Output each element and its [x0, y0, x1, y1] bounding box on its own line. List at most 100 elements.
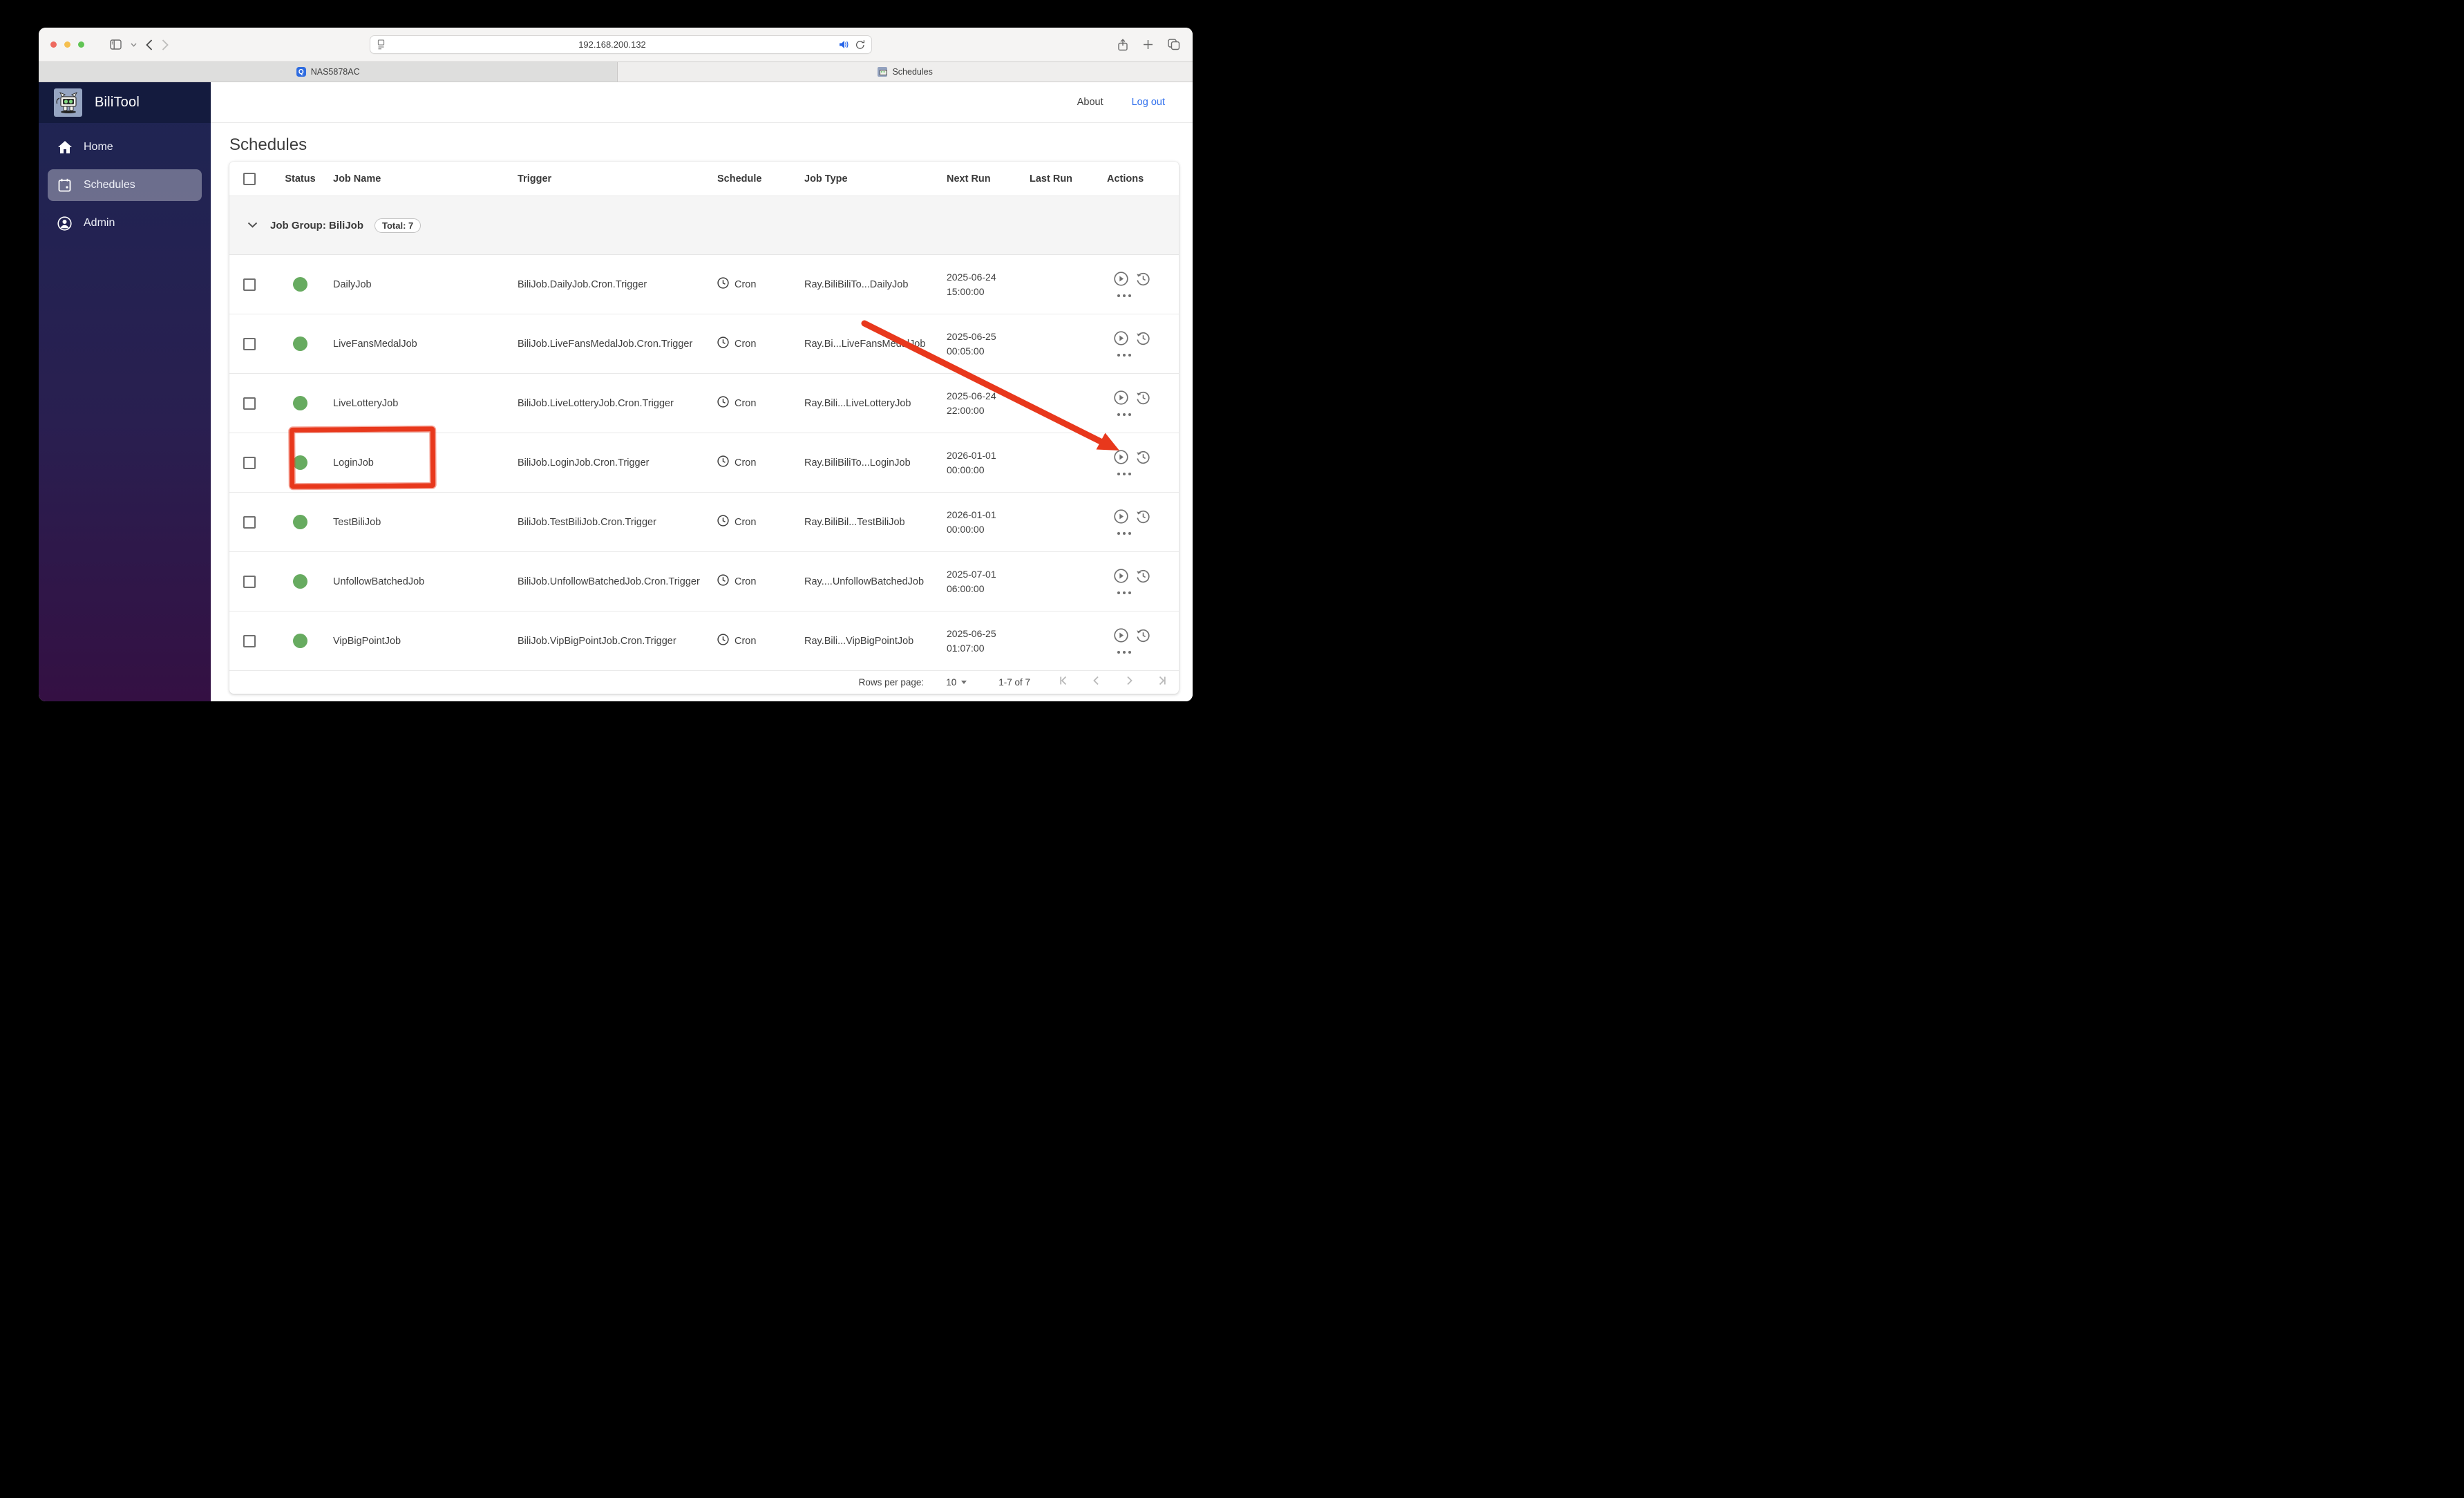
sidebar-item-home[interactable]: Home [48, 131, 202, 163]
logout-link[interactable]: Log out [1132, 97, 1165, 108]
last-page-button[interactable] [1155, 674, 1168, 690]
next-run-date: 2025-06-25 [947, 627, 1030, 641]
tab-title: NAS5878AC [311, 67, 360, 77]
job-type: Ray.BiliBiliTo...LoginJob [804, 457, 947, 468]
previous-page-button[interactable] [1090, 674, 1103, 690]
forward-button[interactable] [162, 39, 169, 50]
row-checkbox[interactable] [243, 635, 256, 647]
first-page-button[interactable] [1058, 674, 1070, 690]
sidebar: BiliTool Home [39, 82, 211, 701]
run-job-button[interactable] [1114, 509, 1128, 527]
table-row: UnfollowBatchedJob BiliJob.UnfollowBatch… [229, 552, 1179, 611]
audio-playing-icon[interactable] [839, 40, 849, 49]
select-caret-icon [961, 681, 967, 684]
more-options-button[interactable] [1117, 651, 1179, 654]
collapse-chevron-down-icon[interactable] [247, 219, 258, 231]
qnap-favicon-icon: Q [296, 67, 306, 77]
job-history-button[interactable] [1136, 569, 1150, 587]
app-topbar: About Log out [211, 82, 1193, 123]
status-enabled-dot [293, 634, 307, 648]
more-options-button[interactable] [1117, 354, 1179, 357]
select-all-checkbox[interactable] [243, 173, 256, 185]
browser-toolbar: 192.168.200.132 [39, 28, 1193, 61]
tab-schedules[interactable]: Schedules [618, 62, 1193, 82]
job-name: DailyJob [333, 279, 518, 290]
more-options-button[interactable] [1117, 532, 1179, 535]
status-enabled-dot [293, 336, 307, 351]
rows-per-page-value: 10 [946, 677, 956, 688]
job-history-button[interactable] [1136, 509, 1150, 527]
clock-icon [717, 277, 729, 292]
run-job-button[interactable] [1114, 390, 1128, 408]
clock-icon [717, 515, 729, 530]
job-history-button[interactable] [1136, 628, 1150, 646]
person-icon [57, 216, 72, 231]
more-options-button[interactable] [1117, 294, 1179, 297]
trigger-name: BiliJob.LoginJob.Cron.Trigger [518, 457, 717, 468]
row-checkbox[interactable] [243, 338, 256, 350]
sidebar-item-admin[interactable]: Admin [48, 207, 202, 239]
next-run-time: 00:00:00 [947, 463, 1030, 477]
job-group-row[interactable]: Job Group: BiliJob Total: 7 [229, 196, 1179, 255]
row-checkbox[interactable] [243, 397, 256, 410]
sidebar-item-label: Admin [84, 217, 115, 229]
run-job-button[interactable] [1114, 569, 1128, 587]
sidebar-nav: Home Schedules [39, 123, 211, 239]
run-job-button[interactable] [1114, 272, 1128, 290]
job-history-button[interactable] [1136, 390, 1150, 408]
trigger-name: BiliJob.VipBigPointJob.Cron.Trigger [518, 636, 717, 647]
about-link[interactable]: About [1077, 97, 1103, 108]
row-checkbox[interactable] [243, 457, 256, 469]
next-page-button[interactable] [1123, 674, 1135, 690]
address-bar[interactable]: 192.168.200.132 [370, 35, 872, 54]
rows-per-page-select[interactable]: 10 [946, 677, 967, 688]
job-type: Ray.Bili...VipBigPointJob [804, 636, 947, 647]
run-job-button[interactable] [1114, 450, 1128, 468]
trigger-name: BiliJob.TestBiliJob.Cron.Trigger [518, 517, 717, 528]
more-options-button[interactable] [1117, 591, 1179, 594]
home-icon [57, 140, 72, 155]
rows-per-page-label: Rows per page: [859, 677, 925, 688]
next-run-time: 00:05:00 [947, 344, 1030, 359]
more-options-button[interactable] [1117, 413, 1179, 416]
next-run-date: 2025-07-01 [947, 567, 1030, 582]
row-checkbox[interactable] [243, 516, 256, 529]
run-job-button[interactable] [1114, 628, 1128, 646]
next-run-time: 15:00:00 [947, 285, 1030, 299]
calendar-icon [57, 178, 72, 193]
next-run-date: 2026-01-01 [947, 448, 1030, 463]
row-checkbox[interactable] [243, 278, 256, 291]
clock-icon [717, 396, 729, 411]
url-text: 192.168.200.132 [386, 39, 839, 50]
schedule-type: Cron [735, 279, 756, 290]
sidebar-toggle-icon[interactable] [110, 39, 122, 50]
tab-overview-icon[interactable] [1168, 39, 1180, 50]
tab-nas[interactable]: Q NAS5878AC [39, 62, 618, 82]
job-history-button[interactable] [1136, 272, 1150, 290]
column-header-next-run: Next Run [947, 173, 1030, 184]
brand-name: BiliTool [95, 95, 140, 111]
new-tab-icon[interactable] [1143, 39, 1153, 50]
sidebar-chevron-down-icon[interactable] [131, 43, 137, 47]
bilitool-favicon-icon [878, 67, 887, 77]
table-row: VipBigPointJob BiliJob.VipBigPointJob.Cr… [229, 611, 1179, 671]
back-button[interactable] [146, 39, 153, 50]
run-job-button[interactable] [1114, 331, 1128, 349]
job-history-button[interactable] [1136, 450, 1150, 468]
status-enabled-dot [293, 277, 307, 292]
column-header-status: Status [267, 173, 333, 184]
zoom-window-button[interactable] [78, 41, 84, 48]
reload-icon[interactable] [855, 39, 865, 50]
close-window-button[interactable] [50, 41, 57, 48]
reader-page-icon[interactable] [377, 39, 386, 50]
row-checkbox[interactable] [243, 576, 256, 588]
window-controls [50, 28, 84, 61]
table-row: LiveFansMedalJob BiliJob.LiveFansMedalJo… [229, 314, 1179, 374]
more-options-button[interactable] [1117, 473, 1179, 475]
job-history-button[interactable] [1136, 331, 1150, 349]
share-icon[interactable] [1117, 39, 1128, 51]
clock-icon [717, 574, 729, 589]
job-name: LoginJob [333, 457, 518, 468]
sidebar-item-schedules[interactable]: Schedules [48, 169, 202, 201]
minimize-window-button[interactable] [64, 41, 70, 48]
